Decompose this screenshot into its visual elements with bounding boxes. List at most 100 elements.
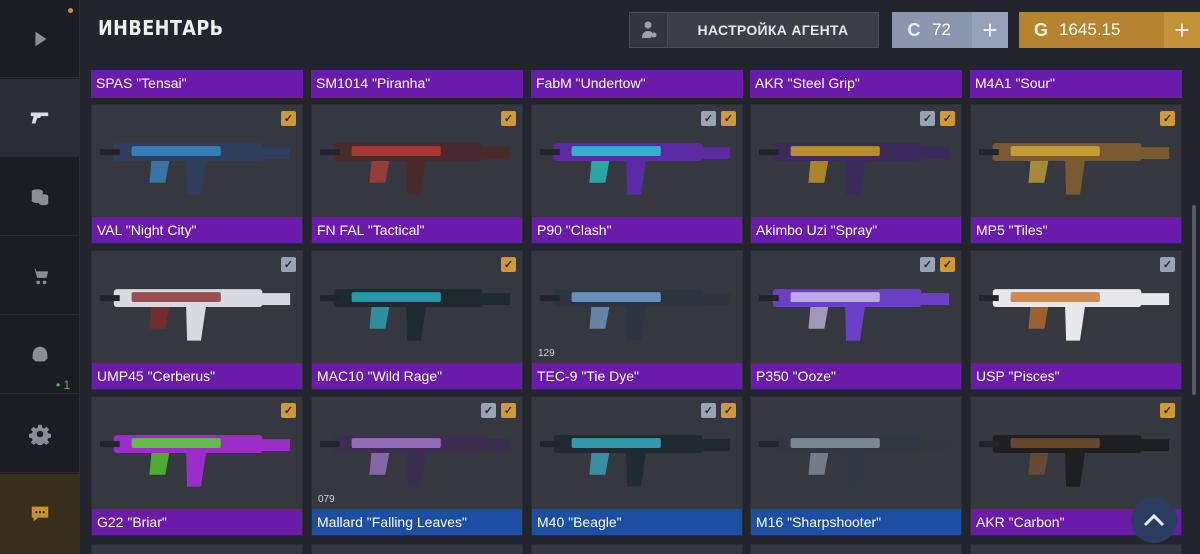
selected-check-icon[interactable]: ✓ — [1160, 257, 1175, 272]
inventory-card[interactable]: ✓ MP5 "Tiles" — [970, 104, 1182, 244]
helmet-icon — [32, 346, 48, 361]
inventory-card-partial[interactable] — [91, 544, 303, 554]
agent-settings-label: НАСТРОЙКА АГЕНТА — [697, 22, 849, 38]
item-name: G22 "Briar" — [92, 509, 302, 535]
inventory-card[interactable]: ✓ G22 "Briar" — [91, 396, 303, 536]
item-level: 129 — [538, 348, 555, 359]
inventory-card[interactable]: ✓ VAL "Night City" — [91, 104, 303, 244]
equipped-check-icon[interactable]: ✓ — [940, 111, 955, 126]
inventory-card[interactable]: M16 "Sharpshooter" — [750, 396, 962, 536]
item-name: UMP45 "Cerberus" — [92, 363, 302, 389]
inventory-card[interactable]: ✓ USP "Pisces" — [970, 250, 1182, 390]
equipped-check-icon[interactable]: ✓ — [940, 257, 955, 272]
inventory-card[interactable]: ✓ UMP45 "Cerberus" — [91, 250, 303, 390]
sidebar-item-play[interactable] — [0, 0, 80, 78]
equipped-check-icon[interactable]: ✓ — [1160, 111, 1175, 126]
item-name-strip[interactable]: AKR "Steel Grip" — [750, 70, 962, 98]
item-name: VAL "Night City" — [92, 217, 302, 243]
selected-check-icon[interactable]: ✓ — [701, 403, 716, 418]
inventory-card[interactable]: ✓ FN FAL "Tactical" — [311, 104, 523, 244]
item-name-strip[interactable]: M4A1 "Sour" — [970, 70, 1182, 98]
inventory-card-partial[interactable] — [311, 544, 523, 554]
equipped-check-icon[interactable]: ✓ — [501, 111, 516, 126]
cart-icon — [30, 268, 49, 284]
add-silver-button[interactable]: + — [972, 12, 1008, 48]
item-level: 079 — [318, 494, 335, 505]
weapon-image — [99, 289, 291, 341]
equipped-check-icon[interactable]: ✓ — [721, 111, 736, 126]
inventory-card[interactable]: 079 ✓ ✓ Mallard "Falling Leaves" — [311, 396, 523, 536]
selected-check-icon[interactable]: ✓ — [920, 257, 935, 272]
play-icon — [35, 31, 47, 46]
gear-icon — [29, 424, 51, 445]
item-name-strip[interactable]: SPAS "Tensai" — [91, 70, 303, 98]
weapon-image — [978, 289, 1170, 341]
inventory-card[interactable]: ✓ ✓ Akimbo Uzi "Spray" — [750, 104, 962, 244]
weapon-image — [99, 143, 291, 195]
inventory-grid: SPAS "Tensai" SM1014 "Piranha" FabM "Und… — [80, 62, 1200, 554]
item-name: Akimbo Uzi "Spray" — [751, 217, 961, 243]
equipped-check-icon[interactable]: ✓ — [1160, 403, 1175, 418]
pistol-icon — [30, 112, 49, 123]
scroll-to-top-button[interactable] — [1131, 497, 1177, 543]
scrollbar[interactable] — [1192, 205, 1196, 395]
weapon-image — [758, 435, 950, 487]
item-name: P350 "Ooze" — [751, 363, 961, 389]
gold-coin-icon: G — [1033, 19, 1048, 40]
agent-badge: • 1 — [56, 378, 71, 392]
inventory-card[interactable]: ✓ ✓ P90 "Clash" — [531, 104, 743, 244]
item-name: TEC-9 "Tie Dye" — [532, 363, 742, 389]
item-name: M40 "Beagle" — [532, 509, 742, 535]
equipped-check-icon[interactable]: ✓ — [501, 257, 516, 272]
equipped-check-icon[interactable]: ✓ — [501, 403, 516, 418]
inventory-card[interactable]: 129 TEC-9 "Tie Dye" — [531, 250, 743, 390]
item-name: USP "Pisces" — [971, 363, 1181, 389]
gold-amount: 1645.15 — [1059, 20, 1121, 39]
weapon-image — [319, 289, 511, 341]
sidebar: • 1 — [0, 0, 80, 554]
item-name: M16 "Sharpshooter" — [751, 509, 961, 535]
chat-icon — [31, 506, 49, 521]
agent-settings-button[interactable]: НАСТРОЙКА АГЕНТА — [629, 12, 879, 48]
inventory-card[interactable]: ✓ ✓ M40 "Beagle" — [531, 396, 743, 536]
equipped-check-icon[interactable]: ✓ — [721, 403, 736, 418]
sidebar-item-coins[interactable] — [0, 158, 80, 236]
inventory-card[interactable]: ✓ MAC10 "Wild Rage" — [311, 250, 523, 390]
sidebar-item-chat[interactable] — [0, 474, 80, 554]
add-gold-button[interactable]: + — [1164, 12, 1200, 48]
sidebar-item-weapons[interactable] — [0, 79, 80, 157]
inventory-card-partial[interactable] — [531, 544, 743, 554]
inventory-card-partial[interactable] — [970, 544, 1182, 554]
sidebar-item-shop[interactable] — [0, 237, 80, 315]
equipped-check-icon[interactable]: ✓ — [281, 403, 296, 418]
item-name: MAC10 "Wild Rage" — [312, 363, 522, 389]
weapon-image — [978, 435, 1170, 487]
item-name-strip[interactable]: FabM "Undertow" — [531, 70, 743, 98]
item-name: P90 "Clash" — [532, 217, 742, 243]
top-bar: ИНВЕНТАРЬ НАСТРОЙКА АГЕНТА C 72 + G 1645… — [80, 0, 1200, 62]
item-name: FN FAL "Tactical" — [312, 217, 522, 243]
item-name: MP5 "Tiles" — [971, 217, 1181, 243]
item-name-strip[interactable]: SM1014 "Piranha" — [311, 70, 523, 98]
inventory-card[interactable]: ✓ ✓ P350 "Ooze" — [750, 250, 962, 390]
sidebar-item-settings[interactable] — [0, 395, 80, 473]
weapon-image — [539, 289, 731, 341]
silver-amount: 72 — [932, 20, 951, 39]
coins-icon — [31, 188, 49, 205]
inventory-card-partial[interactable] — [750, 544, 962, 554]
chevron-up-icon — [1143, 513, 1165, 527]
selected-check-icon[interactable]: ✓ — [281, 257, 296, 272]
weapon-image — [319, 143, 511, 195]
selected-check-icon[interactable]: ✓ — [701, 111, 716, 126]
weapon-image — [978, 143, 1170, 195]
agent-icon — [630, 13, 668, 47]
selected-check-icon[interactable]: ✓ — [481, 403, 496, 418]
gold-currency: G 1645.15 + — [1019, 12, 1200, 48]
weapon-image — [99, 435, 291, 487]
page-title: ИНВЕНТАРЬ — [98, 16, 224, 40]
silver-coin-icon: C — [907, 19, 921, 40]
silver-currency: C 72 + — [892, 12, 1008, 48]
selected-check-icon[interactable]: ✓ — [920, 111, 935, 126]
item-name: Mallard "Falling Leaves" — [312, 509, 522, 535]
equipped-check-icon[interactable]: ✓ — [281, 111, 296, 126]
